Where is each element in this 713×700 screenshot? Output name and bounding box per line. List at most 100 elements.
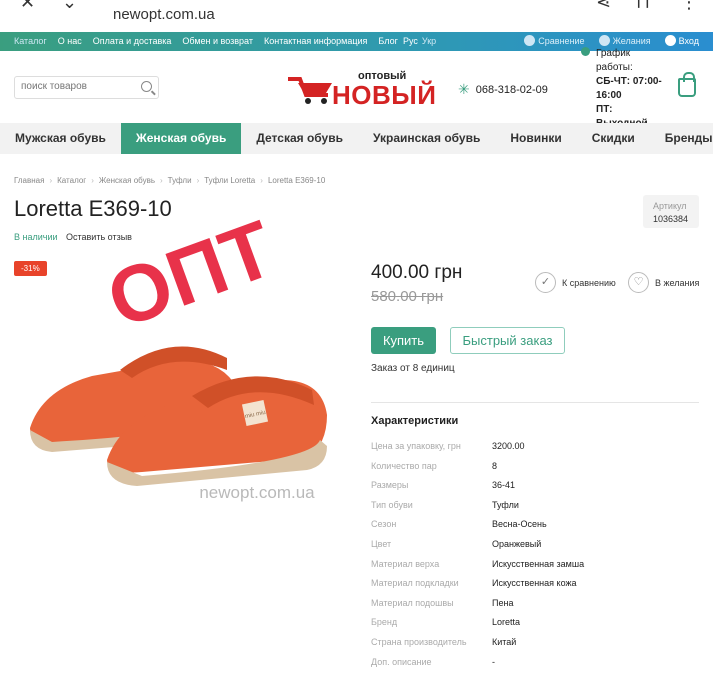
table-row: Количество пар 8	[371, 461, 701, 481]
wishlist-link[interactable]: Желания	[598, 35, 651, 46]
char-value: Пена	[492, 597, 514, 608]
more-icon[interactable]: ⋮	[680, 0, 698, 13]
char-key: Страна производитель	[371, 636, 467, 647]
char-key: Тип обуви	[371, 499, 413, 510]
nav-item-men[interactable]: Мужская обувь	[0, 123, 121, 154]
nav-item-women[interactable]: Женская обувь	[120, 123, 242, 154]
compare-label: Сравнение	[538, 36, 585, 46]
table-row: Тип обуви Туфли	[371, 500, 701, 520]
top-links: Каталог О нас Оплата и доставка Обмен и …	[14, 36, 398, 46]
language-switch: Рус Укр	[403, 36, 436, 46]
nav-item-ukrainian[interactable]: Украинская обувь	[358, 123, 495, 154]
current-price: 400.00 грн	[371, 262, 463, 283]
char-key: Доп. описание	[371, 656, 432, 667]
breadcrumb-women[interactable]: Женская обувь	[99, 176, 155, 185]
phone-icon: ✳	[458, 81, 470, 97]
char-value: Loretta	[492, 617, 521, 628]
heart-icon	[598, 35, 610, 46]
wishlist-label: Желания	[612, 36, 651, 46]
add-to-wishlist[interactable]: ♡ В желания	[628, 272, 699, 293]
top-actions: Сравнение Желания Вход	[524, 35, 699, 46]
chevron-right-icon: ›	[196, 176, 200, 185]
breadcrumb-brand[interactable]: Туфли Loretta	[204, 176, 255, 185]
chevron-right-icon: ›	[260, 176, 263, 185]
table-row: Материал верха Искусственная замша	[371, 559, 701, 579]
top-link-contacts[interactable]: Контактная информация	[264, 36, 367, 46]
nav-item-sale[interactable]: Скидки	[577, 123, 650, 154]
divider	[371, 402, 699, 403]
site-header: оптовый НОВЫЙ ✳ 068-318-02-09 График рабо…	[0, 47, 713, 129]
chevron-right-icon: ›	[160, 176, 163, 185]
char-key: Материал верха	[371, 558, 440, 569]
schedule-off-day: ПТ:	[596, 104, 613, 115]
lang-ru[interactable]: Рус	[403, 36, 418, 46]
search-input[interactable]	[21, 81, 136, 92]
sku-box: Артикул 1036384	[643, 195, 699, 228]
table-row: Материал подкладки Искусственная кожа	[371, 578, 701, 598]
browser-url[interactable]: newopt.com.ua	[113, 6, 215, 23]
char-value: Искусственная кожа	[492, 578, 577, 589]
chevron-right-icon: ›	[49, 176, 53, 185]
login-link[interactable]: Вход	[664, 35, 699, 46]
phone-number[interactable]: ✳ 068-318-02-09	[458, 81, 548, 98]
cart-bag-icon[interactable]	[678, 72, 696, 97]
table-row: Цвет Оранжевый	[371, 539, 701, 559]
breadcrumb-current: Loretta E369-10	[267, 176, 326, 185]
buy-button[interactable]: Купить	[371, 327, 436, 354]
char-key: Количество пар	[371, 460, 437, 471]
add-to-compare[interactable]: ✓ К сравнению	[535, 272, 616, 293]
watermark-site: newopt.com.ua	[199, 483, 315, 502]
table-row: Бренд Loretta	[371, 617, 701, 637]
breadcrumb-shoes[interactable]: Туфли	[168, 176, 192, 185]
char-key: Материал подкладки	[371, 578, 459, 589]
bookmark-icon[interactable]: ⊓	[636, 0, 650, 13]
compare-link[interactable]: Сравнение	[524, 35, 585, 46]
schedule-label: График работы:	[596, 48, 633, 73]
top-link-payment[interactable]: Оплата и доставка	[93, 36, 172, 46]
char-value: Туфли	[492, 499, 519, 510]
nav-item-new[interactable]: Новинки	[495, 123, 576, 154]
watermark-opt: ОПТ	[96, 210, 285, 345]
characteristics-table: Цена за упаковку, грн 3200.00 Количество п…	[371, 441, 701, 676]
site-logo[interactable]: оптовый НОВЫЙ	[286, 70, 436, 110]
char-key: Цвет	[371, 538, 392, 549]
category-nav: Мужская обувь Женская обувь Детская обув…	[0, 123, 713, 154]
login-label: Вход	[678, 36, 699, 46]
share-icon[interactable]: ⋖	[596, 0, 611, 13]
char-value: 36-41	[492, 480, 516, 491]
char-key: Цена за упаковку, грн	[371, 441, 461, 451]
top-link-exchange[interactable]: Обмен и возврат	[182, 36, 253, 46]
breadcrumb-catalog[interactable]: Каталог	[57, 176, 86, 185]
char-value: Весна-Осень	[492, 519, 547, 530]
product-image[interactable]: ОПТ miu miu newopt.com.ua	[22, 203, 340, 515]
search-icon[interactable]	[141, 81, 152, 92]
close-icon[interactable]: ✕	[20, 0, 35, 13]
table-row: Доп. описание -	[371, 657, 701, 677]
chevron-down-icon[interactable]: ⌄	[62, 0, 77, 13]
cart-logo-icon	[288, 77, 332, 104]
discount-badge: -31%	[14, 261, 47, 276]
sku-value: 1036384	[653, 214, 689, 224]
old-price: 580.00 грн	[371, 288, 444, 305]
table-row: Размеры 36-41	[371, 480, 701, 500]
char-key: Размеры	[371, 480, 409, 491]
char-key: Бренд	[371, 617, 398, 628]
char-value: -	[492, 656, 495, 667]
min-order-note: Заказ от 8 единиц	[371, 363, 455, 374]
char-key: Материал подошвы	[371, 597, 454, 608]
breadcrumb: Главная › Каталог › Женская обувь › Туфли › …	[14, 176, 325, 185]
nav-item-kids[interactable]: Детская обувь	[241, 123, 358, 154]
chevron-right-icon: ›	[91, 176, 94, 185]
logo-big-text: НОВЫЙ	[332, 80, 437, 110]
top-link-catalog[interactable]: Каталог	[14, 36, 47, 46]
table-row: Цена за упаковку, грн 3200.00	[371, 441, 701, 461]
user-icon	[664, 35, 676, 46]
top-link-about[interactable]: О нас	[58, 36, 82, 46]
heart-icon: ♡	[628, 272, 649, 293]
quick-order-button[interactable]: Быстрый заказ	[450, 327, 565, 354]
lang-uk[interactable]: Укр	[422, 36, 436, 46]
char-key: Сезон	[371, 519, 397, 530]
nav-item-brands[interactable]: Бренды	[650, 123, 713, 154]
breadcrumb-home[interactable]: Главная	[14, 176, 44, 185]
top-link-blog[interactable]: Блог	[378, 36, 397, 46]
